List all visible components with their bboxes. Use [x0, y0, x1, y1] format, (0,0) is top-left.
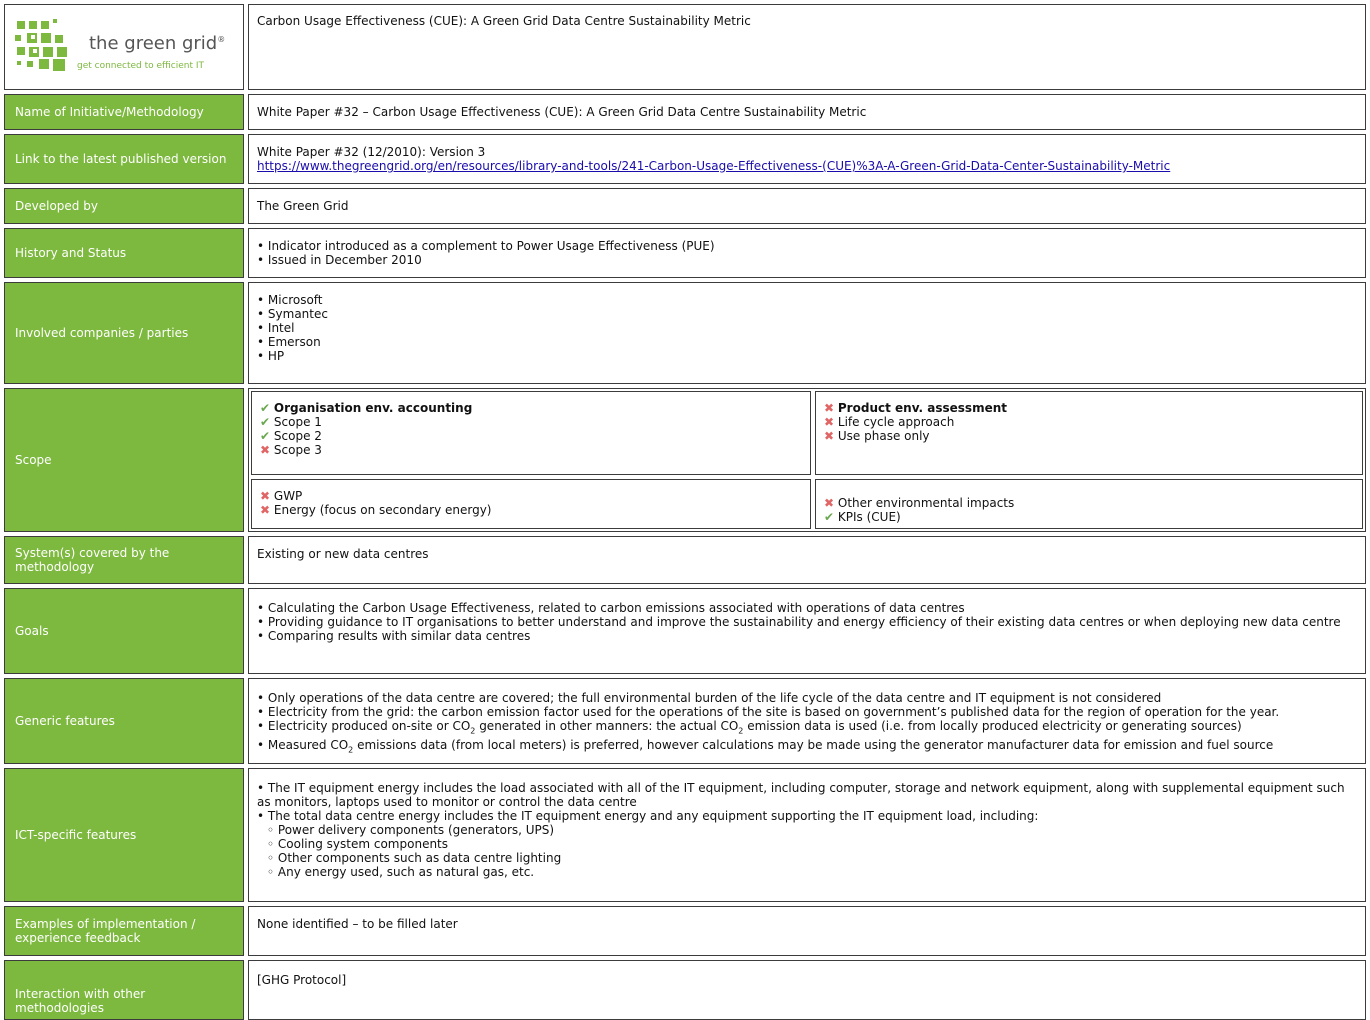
check-icon: ✔	[260, 415, 271, 429]
value-developed: The Green Grid	[248, 188, 1366, 224]
row-companies: Involved companies / parties • Microsoft…	[4, 282, 1366, 384]
list-item: • Indicator introduced as a complement t…	[257, 239, 715, 253]
cross-icon: ✖	[260, 503, 271, 517]
header-row: the green grid® get connected to efficie…	[4, 4, 1366, 90]
cross-icon: ✖	[824, 496, 835, 510]
list-item: • The IT equipment energy includes the l…	[257, 781, 1345, 809]
check-icon: ✔	[824, 510, 835, 524]
list-item: • Electricity from the grid: the carbon …	[257, 705, 1280, 719]
label-name: Name of Initiative/Methodology	[4, 94, 244, 130]
row-scope: Scope ✔ Organisation env. accounting ✔ S…	[4, 388, 1366, 532]
sub-list-item: ◦ Cooling system components	[267, 837, 449, 851]
label-examples: Examples of implementation / experience …	[4, 906, 244, 956]
logo-registered: ®	[217, 35, 226, 44]
logo-brand: the green grid	[89, 33, 218, 54]
value-systems: Existing or new data centres	[248, 536, 1366, 584]
row-developed: Developed by The Green Grid	[4, 188, 1366, 224]
check-icon: ✔	[260, 429, 271, 443]
row-examples: Examples of implementation / experience …	[4, 906, 1366, 956]
list-item: • The total data centre energy includes …	[257, 809, 1039, 823]
document-title: Carbon Usage Effectiveness (CUE): A Gree…	[248, 4, 1366, 90]
label-interaction: Interaction with other methodologies	[4, 960, 244, 1020]
row-generic: Generic features • Only operations of th…	[4, 678, 1366, 764]
label-scope: Scope	[4, 388, 244, 532]
sub-list-item: ◦ Any energy used, such as natural gas, …	[267, 865, 535, 879]
cross-icon: ✖	[824, 415, 835, 429]
scope-impacts-cell: ✖ Other environmental impacts ✔ KPIs (CU…	[815, 479, 1363, 529]
sub-list-item: ◦ Power delivery components (generators,…	[267, 823, 555, 837]
list-item: • Measured CO2 emissions data (from loca…	[257, 738, 1274, 755]
value-name: White Paper #32 – Carbon Usage Effective…	[248, 94, 1366, 130]
list-item: • Only operations of the data centre are…	[257, 691, 1162, 705]
logo-cell: the green grid® get connected to efficie…	[4, 4, 244, 90]
green-grid-logo: the green grid® get connected to efficie…	[13, 17, 243, 77]
scope-grid: ✔ Organisation env. accounting ✔ Scope 1…	[248, 388, 1366, 532]
row-goals: Goals • Calculating the Carbon Usage Eff…	[4, 588, 1366, 674]
cross-icon: ✖	[260, 443, 271, 457]
list-item: • Providing guidance to IT organisations…	[257, 615, 1341, 629]
row-interaction: Interaction with other methodologies [GH…	[4, 960, 1366, 1020]
list-item: • Symantec	[257, 307, 328, 321]
label-link: Link to the latest published version	[4, 134, 244, 184]
scope-gwp-cell: ✖ GWP ✖ Energy (focus on secondary energ…	[251, 479, 811, 529]
list-item: • Issued in December 2010	[257, 253, 422, 267]
label-ict: ICT-specific features	[4, 768, 244, 902]
row-systems: System(s) covered by the methodology Exi…	[4, 536, 1366, 584]
label-goals: Goals	[4, 588, 244, 674]
label-systems: System(s) covered by the methodology	[4, 536, 244, 584]
version-text: White Paper #32 (12/2010): Version 3	[257, 145, 486, 159]
list-item: • Comparing results with similar data ce…	[257, 629, 531, 643]
list-item: • Electricity produced on-site or CO2 ge…	[257, 719, 1242, 736]
value-interaction: [GHG Protocol]	[248, 960, 1366, 1020]
list-item: • Intel	[257, 321, 295, 335]
scope-product-cell: ✖ Product env. assessment ✖ Life cycle a…	[815, 391, 1363, 475]
cross-icon: ✖	[824, 429, 835, 443]
label-companies: Involved companies / parties	[4, 282, 244, 384]
cross-icon: ✖	[824, 401, 835, 415]
row-ict: ICT-specific features • The IT equipment…	[4, 768, 1366, 902]
list-item: • HP	[257, 349, 285, 363]
check-icon: ✔	[260, 401, 271, 415]
scope-org-cell: ✔ Organisation env. accounting ✔ Scope 1…	[251, 391, 811, 475]
label-history: History and Status	[4, 228, 244, 278]
row-name: Name of Initiative/Methodology White Pap…	[4, 94, 1366, 130]
logo-tagline: get connected to efficient IT	[77, 61, 204, 71]
row-link: Link to the latest published version Whi…	[4, 134, 1366, 184]
list-item: • Calculating the Carbon Usage Effective…	[257, 601, 965, 615]
cross-icon: ✖	[260, 489, 271, 503]
value-examples: None identified – to be filled later	[248, 906, 1366, 956]
list-item: • Microsoft	[257, 293, 323, 307]
publication-link[interactable]: https://www.thegreengrid.org/en/resource…	[257, 159, 1170, 173]
sub-list-item: ◦ Other components such as data centre l…	[267, 851, 562, 865]
label-generic: Generic features	[4, 678, 244, 764]
row-history: History and Status • Indicator introduce…	[4, 228, 1366, 278]
list-item: • Emerson	[257, 335, 321, 349]
label-developed: Developed by	[4, 188, 244, 224]
